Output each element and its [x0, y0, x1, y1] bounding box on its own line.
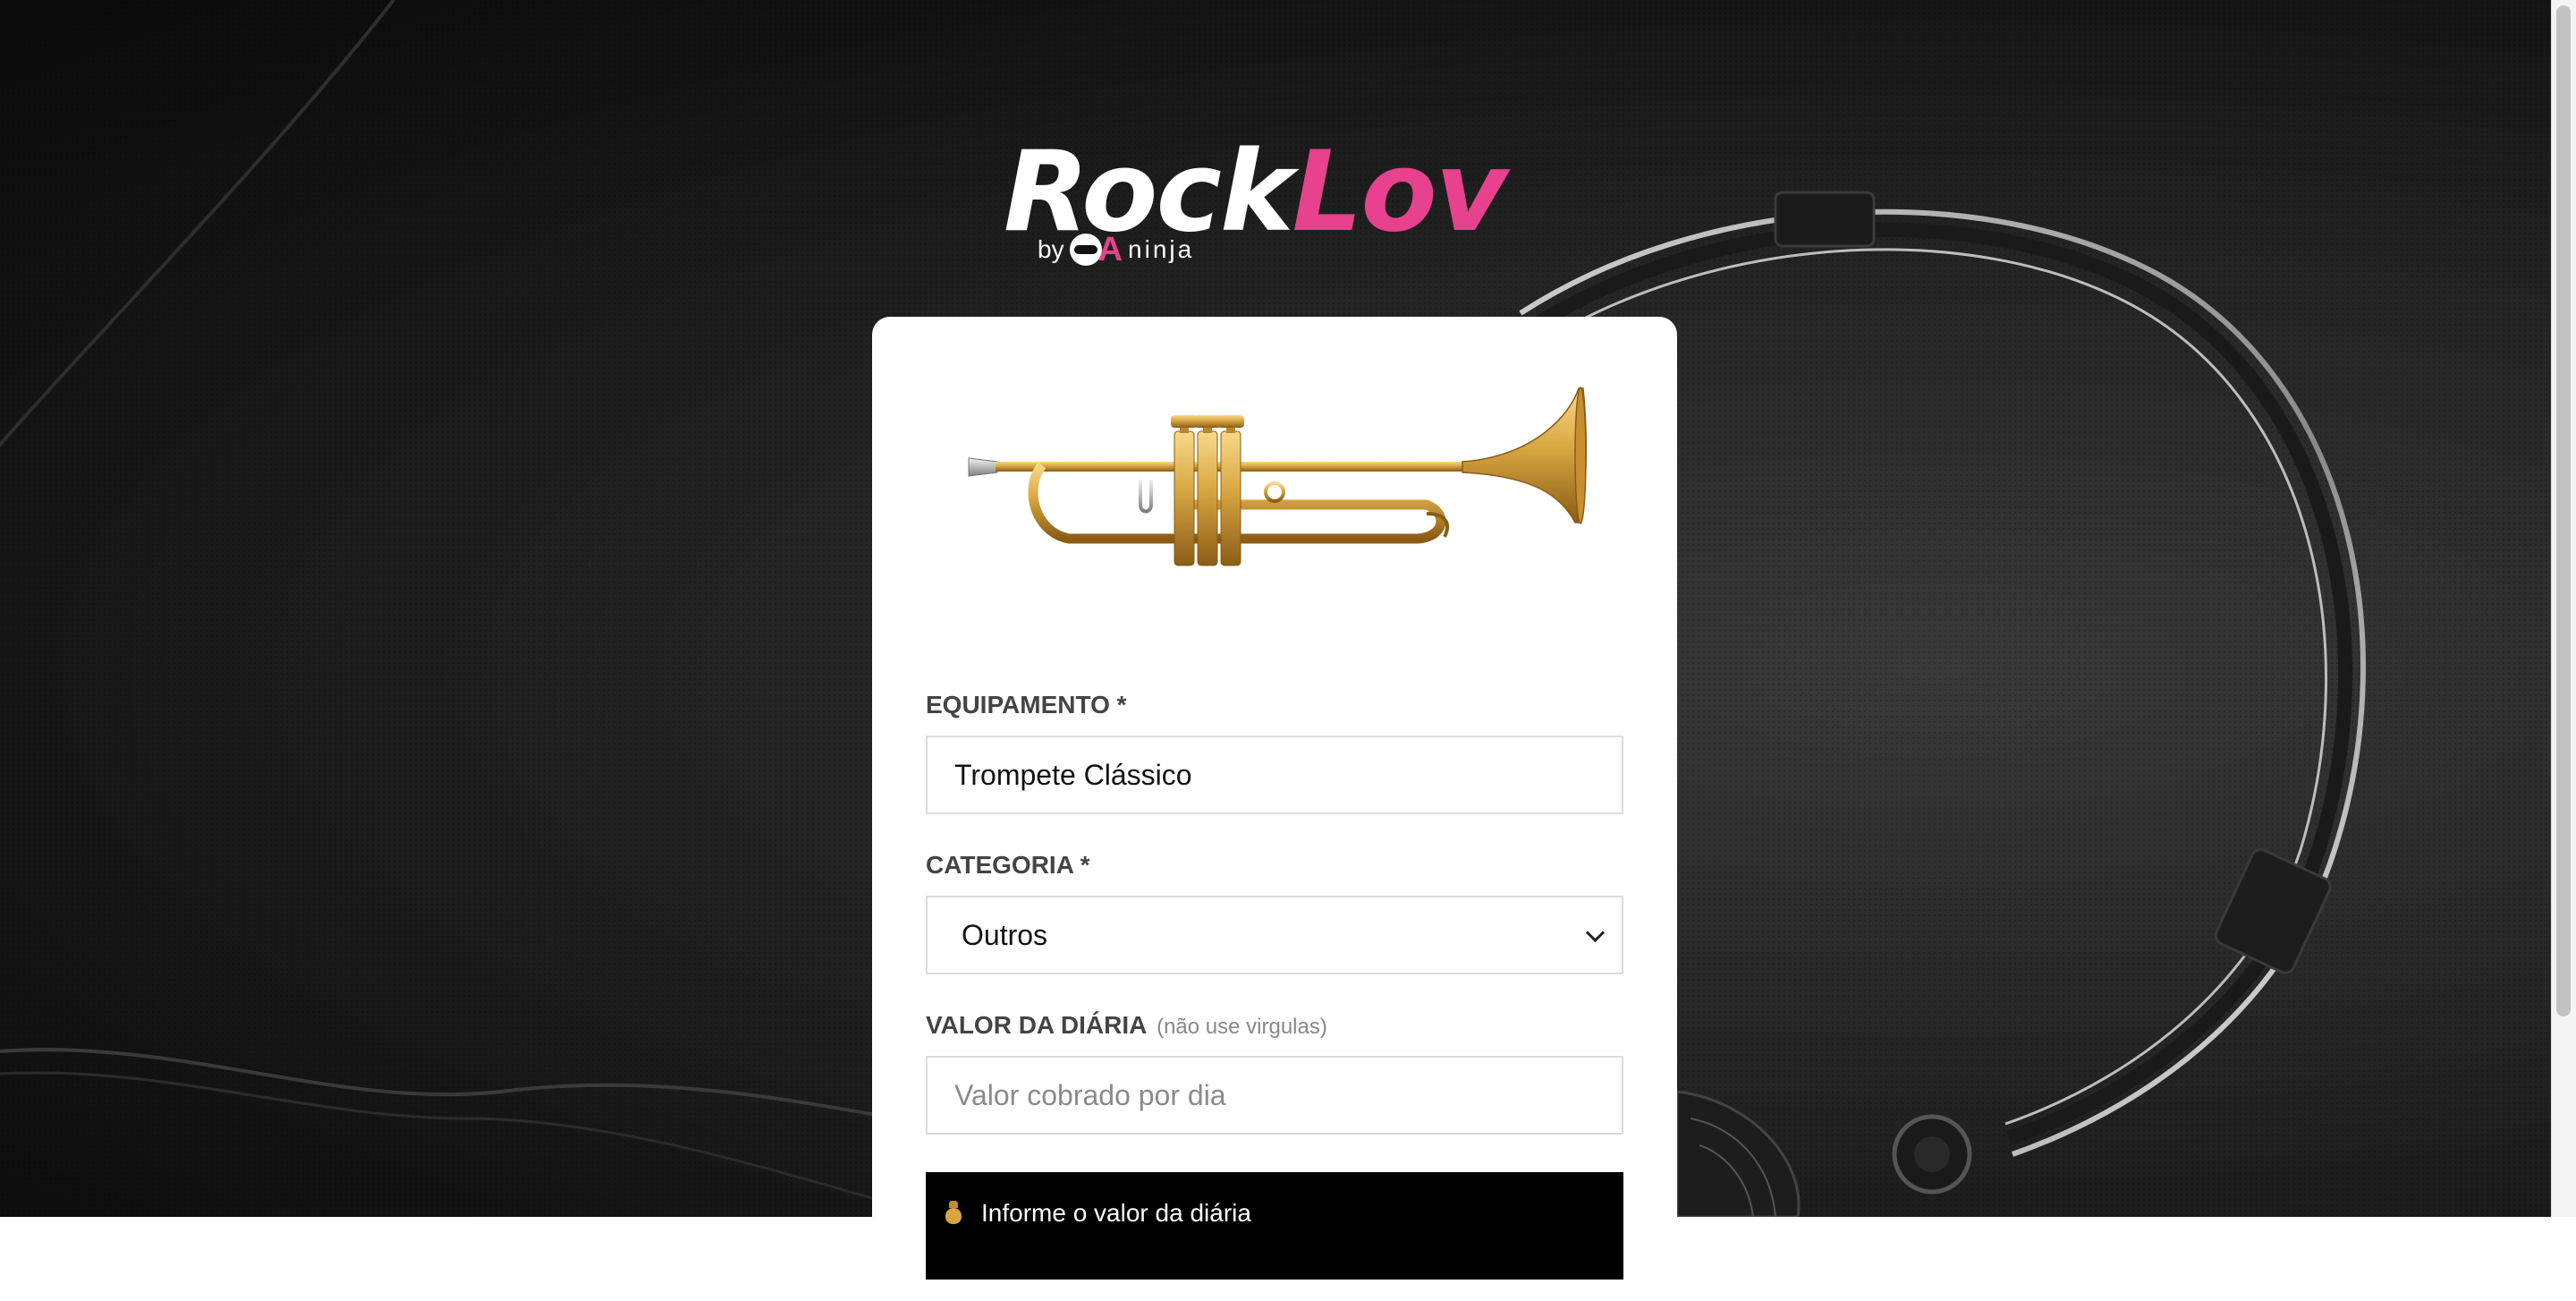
daily-price-label-text: VALOR DA DIÁRIA: [926, 1011, 1147, 1039]
equipment-form-card: EQUIPAMENTO * CATEGORIA * Outros VALOR D…: [872, 317, 1677, 1301]
vertical-scrollbar[interactable]: [2551, 0, 2576, 1217]
daily-price-alert: Informe o valor da diária: [926, 1172, 1623, 1280]
qa-ninja-icon: A: [1069, 231, 1123, 269]
scrollbar-thumb[interactable]: [2556, 5, 2571, 1016]
daily-price-field[interactable]: [926, 1056, 1623, 1135]
logo-byline: by A ninja: [1038, 227, 1194, 272]
equipment-input[interactable]: [928, 737, 1622, 812]
daily-price-label: VALOR DA DIÁRIA (não use virgulas): [926, 1011, 1327, 1040]
money-bag-icon: [944, 1201, 963, 1224]
daily-price-input[interactable]: [928, 1058, 1622, 1133]
daily-price-hint: (não use virgulas): [1157, 1015, 1327, 1039]
equipment-label: EQUIPAMENTO *: [926, 691, 1127, 719]
logo-by-text: by: [1038, 235, 1064, 263]
category-label: CATEGORIA *: [926, 851, 1090, 879]
logo-lov-text: Lov: [1292, 128, 1507, 257]
trumpet-image[interactable]: [962, 379, 1588, 594]
logo-ninja-text: ninja: [1128, 235, 1195, 263]
ninja-mask-icon: [1069, 234, 1102, 266]
category-select[interactable]: Outros: [926, 896, 1623, 974]
equipment-field[interactable]: [926, 736, 1623, 814]
alert-message: Informe o valor da diária: [981, 1199, 1251, 1227]
rocklov-logo[interactable]: RockLov by A ninja: [1004, 134, 1540, 268]
category-selected-value: Outros: [962, 918, 1048, 951]
